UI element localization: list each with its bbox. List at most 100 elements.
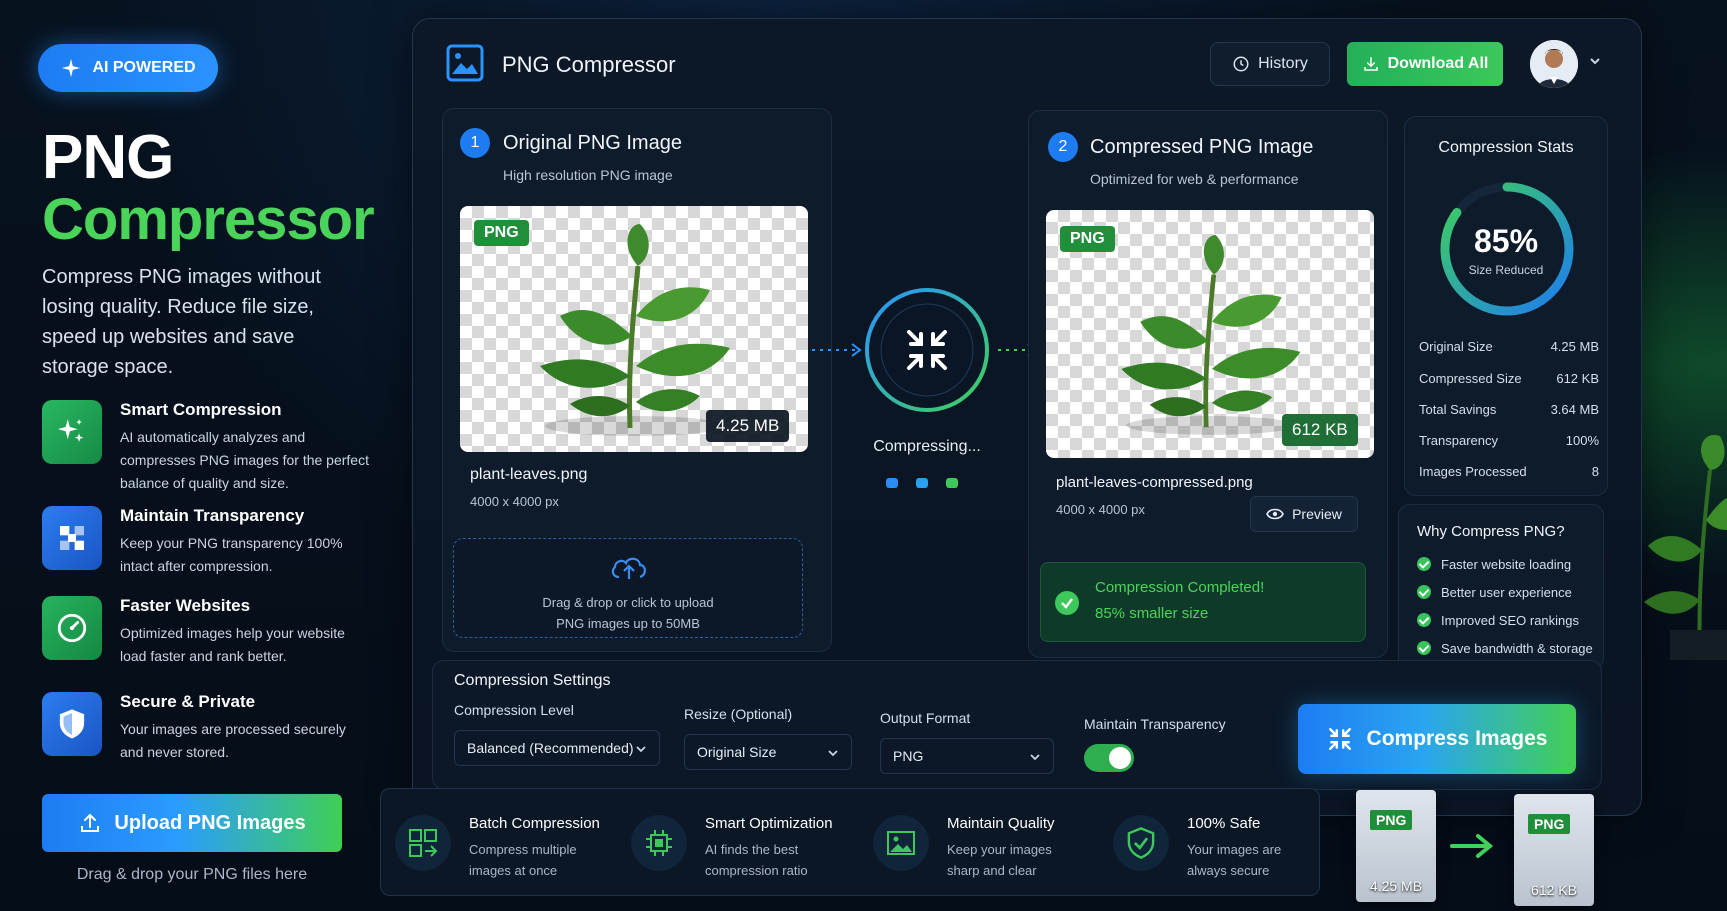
bottom-feature-title: Batch Compression	[469, 815, 600, 832]
upload-dropzone[interactable]: Drag & drop or click to upload PNG image…	[453, 538, 803, 638]
chevron-down-icon	[636, 746, 646, 753]
check-icon	[1417, 641, 1431, 655]
format-value: PNG	[893, 748, 924, 764]
settings-title: Compression Settings	[454, 672, 611, 689]
bottom-feature-bar: Batch Compression Compress multiple imag…	[380, 788, 1320, 896]
preview-button[interactable]: Preview	[1250, 496, 1358, 532]
shield-check-icon	[1113, 815, 1169, 871]
compress-images-button[interactable]: Compress Images	[1298, 704, 1576, 774]
transparency-toggle[interactable]	[1084, 744, 1134, 772]
why-item: Faster website loading	[1417, 557, 1571, 572]
badge-label: AI POWERED	[92, 59, 196, 76]
image-logo-icon	[446, 44, 484, 82]
bottom-feature-title: Smart Optimization	[705, 815, 833, 832]
batch-icon	[395, 815, 451, 871]
bottom-feature-title: 100% Safe	[1187, 815, 1261, 832]
check-icon	[1417, 613, 1431, 627]
hero-title-line1: PNG	[42, 123, 174, 192]
feature-title: Secure & Private	[120, 692, 256, 711]
chevron-down-icon	[828, 750, 838, 757]
eye-icon	[1266, 508, 1284, 520]
stat-row: Images Processed 8	[1419, 464, 1599, 479]
avatar[interactable]	[1530, 40, 1578, 88]
stat-label: Transparency	[1419, 433, 1498, 448]
stat-row: Original Size 4.25 MB	[1419, 339, 1599, 354]
ai-powered-badge: AI POWERED	[38, 44, 218, 92]
compress-arrows-icon	[1328, 728, 1351, 750]
feature-title: Maintain Transparency	[120, 506, 305, 525]
stat-value: 8	[1591, 464, 1599, 479]
success-subtitle: 85% smaller size	[1095, 605, 1209, 622]
file-after-tag: PNG	[1528, 814, 1571, 834]
png-format-tag: PNG	[1060, 226, 1115, 252]
why-item: Improved SEO rankings	[1417, 613, 1579, 628]
compressed-size-tag: 612 KB	[1282, 414, 1358, 446]
feature-faster-websites: Faster Websites Optimized images help yo…	[42, 596, 362, 676]
app-title: PNG Compressor	[502, 52, 676, 77]
compression-level-select[interactable]: Balanced (Recommended)	[454, 730, 660, 766]
output-format-select[interactable]: PNG	[880, 738, 1054, 774]
stat-row: Total Savings 3.64 MB	[1419, 402, 1599, 417]
stats-title: Compression Stats	[1438, 139, 1574, 156]
success-title: Compression Completed!	[1095, 579, 1265, 596]
chevron-down-icon[interactable]	[1588, 54, 1602, 68]
decorative-plant-icon	[1640, 430, 1727, 661]
bottom-feature-desc: Compress multiple images at once	[469, 842, 577, 878]
stat-label: Compressed Size	[1419, 371, 1522, 386]
feature-desc: Optimized images help your website load …	[120, 625, 345, 664]
progress-dot	[886, 478, 898, 488]
feature-desc: Your images are processed securely and n…	[120, 721, 346, 760]
grid-icon	[42, 506, 102, 570]
arrow-right-icon	[1450, 832, 1494, 865]
bottom-feature-title: Maintain Quality	[947, 815, 1055, 832]
percent-label: 85%	[1473, 223, 1539, 259]
stat-value: 4.25 MB	[1550, 339, 1599, 354]
compress-button-label: Compress Images	[1366, 727, 1548, 750]
why-item: Save bandwidth & storage	[1417, 641, 1593, 656]
bottom-feature-desc: Keep your images sharp and clear	[947, 842, 1052, 878]
preview-label: Preview	[1292, 506, 1342, 522]
level-value: Balanced (Recommended)	[467, 740, 634, 756]
format-label: Output Format	[880, 710, 971, 726]
transparency-label: Maintain Transparency	[1084, 716, 1226, 732]
history-button[interactable]: History	[1210, 42, 1330, 86]
resize-label: Resize (Optional)	[684, 706, 793, 722]
progress-dot	[946, 478, 958, 488]
file-before-tag: PNG	[1370, 810, 1413, 830]
file-after-card: PNG 612 KB	[1514, 794, 1594, 906]
feature-desc: AI automatically analyzes and compresses…	[120, 429, 369, 491]
resize-value: Original Size	[697, 744, 777, 760]
history-icon	[1233, 56, 1249, 72]
why-item-label: Better user experience	[1441, 585, 1572, 600]
why-item-label: Save bandwidth & storage	[1441, 641, 1593, 656]
dropzone-line2: PNG images up to 50MB	[556, 616, 700, 631]
download-icon	[1363, 57, 1378, 71]
success-check-icon	[1055, 591, 1079, 615]
hero-description: Compress PNG images without losing quali…	[42, 266, 321, 378]
file-after-size: 612 KB	[1531, 882, 1577, 898]
why-item: Better user experience	[1417, 585, 1572, 600]
feature-maintain-transparency: Maintain Transparency Keep your PNG tran…	[42, 506, 362, 586]
download-all-button[interactable]: Download All	[1347, 42, 1503, 86]
sparkle-icon	[62, 58, 81, 78]
speedometer-icon	[42, 596, 102, 660]
resize-select[interactable]: Original Size	[684, 734, 852, 770]
bottom-feature-desc: Your images are always secure	[1187, 842, 1282, 878]
upload-icon	[81, 813, 100, 832]
original-subtitle: High resolution PNG image	[503, 167, 673, 183]
compressed-subtitle: Optimized for web & performance	[1090, 171, 1299, 187]
compressed-title: Compressed PNG Image	[1090, 136, 1314, 158]
feature-secure-private: Secure & Private Your images are process…	[42, 692, 362, 772]
stat-row: Transparency 100%	[1419, 433, 1599, 448]
percent-caption: Size Reduced	[1468, 263, 1544, 277]
why-item-label: Faster website loading	[1441, 557, 1572, 572]
png-format-tag: PNG	[474, 220, 529, 246]
download-all-label: Download All	[1387, 55, 1489, 72]
check-icon	[1417, 557, 1431, 571]
file-before-size: 4.25 MB	[1369, 878, 1423, 894]
compress-arrows-icon	[903, 326, 951, 379]
feature-smart-compression: Smart Compression AI automatically analy…	[42, 400, 369, 491]
original-dimensions: 4000 x 4000 px	[470, 494, 559, 509]
progress-dot	[916, 478, 928, 488]
upload-png-button[interactable]: Upload PNG Images	[42, 794, 342, 852]
